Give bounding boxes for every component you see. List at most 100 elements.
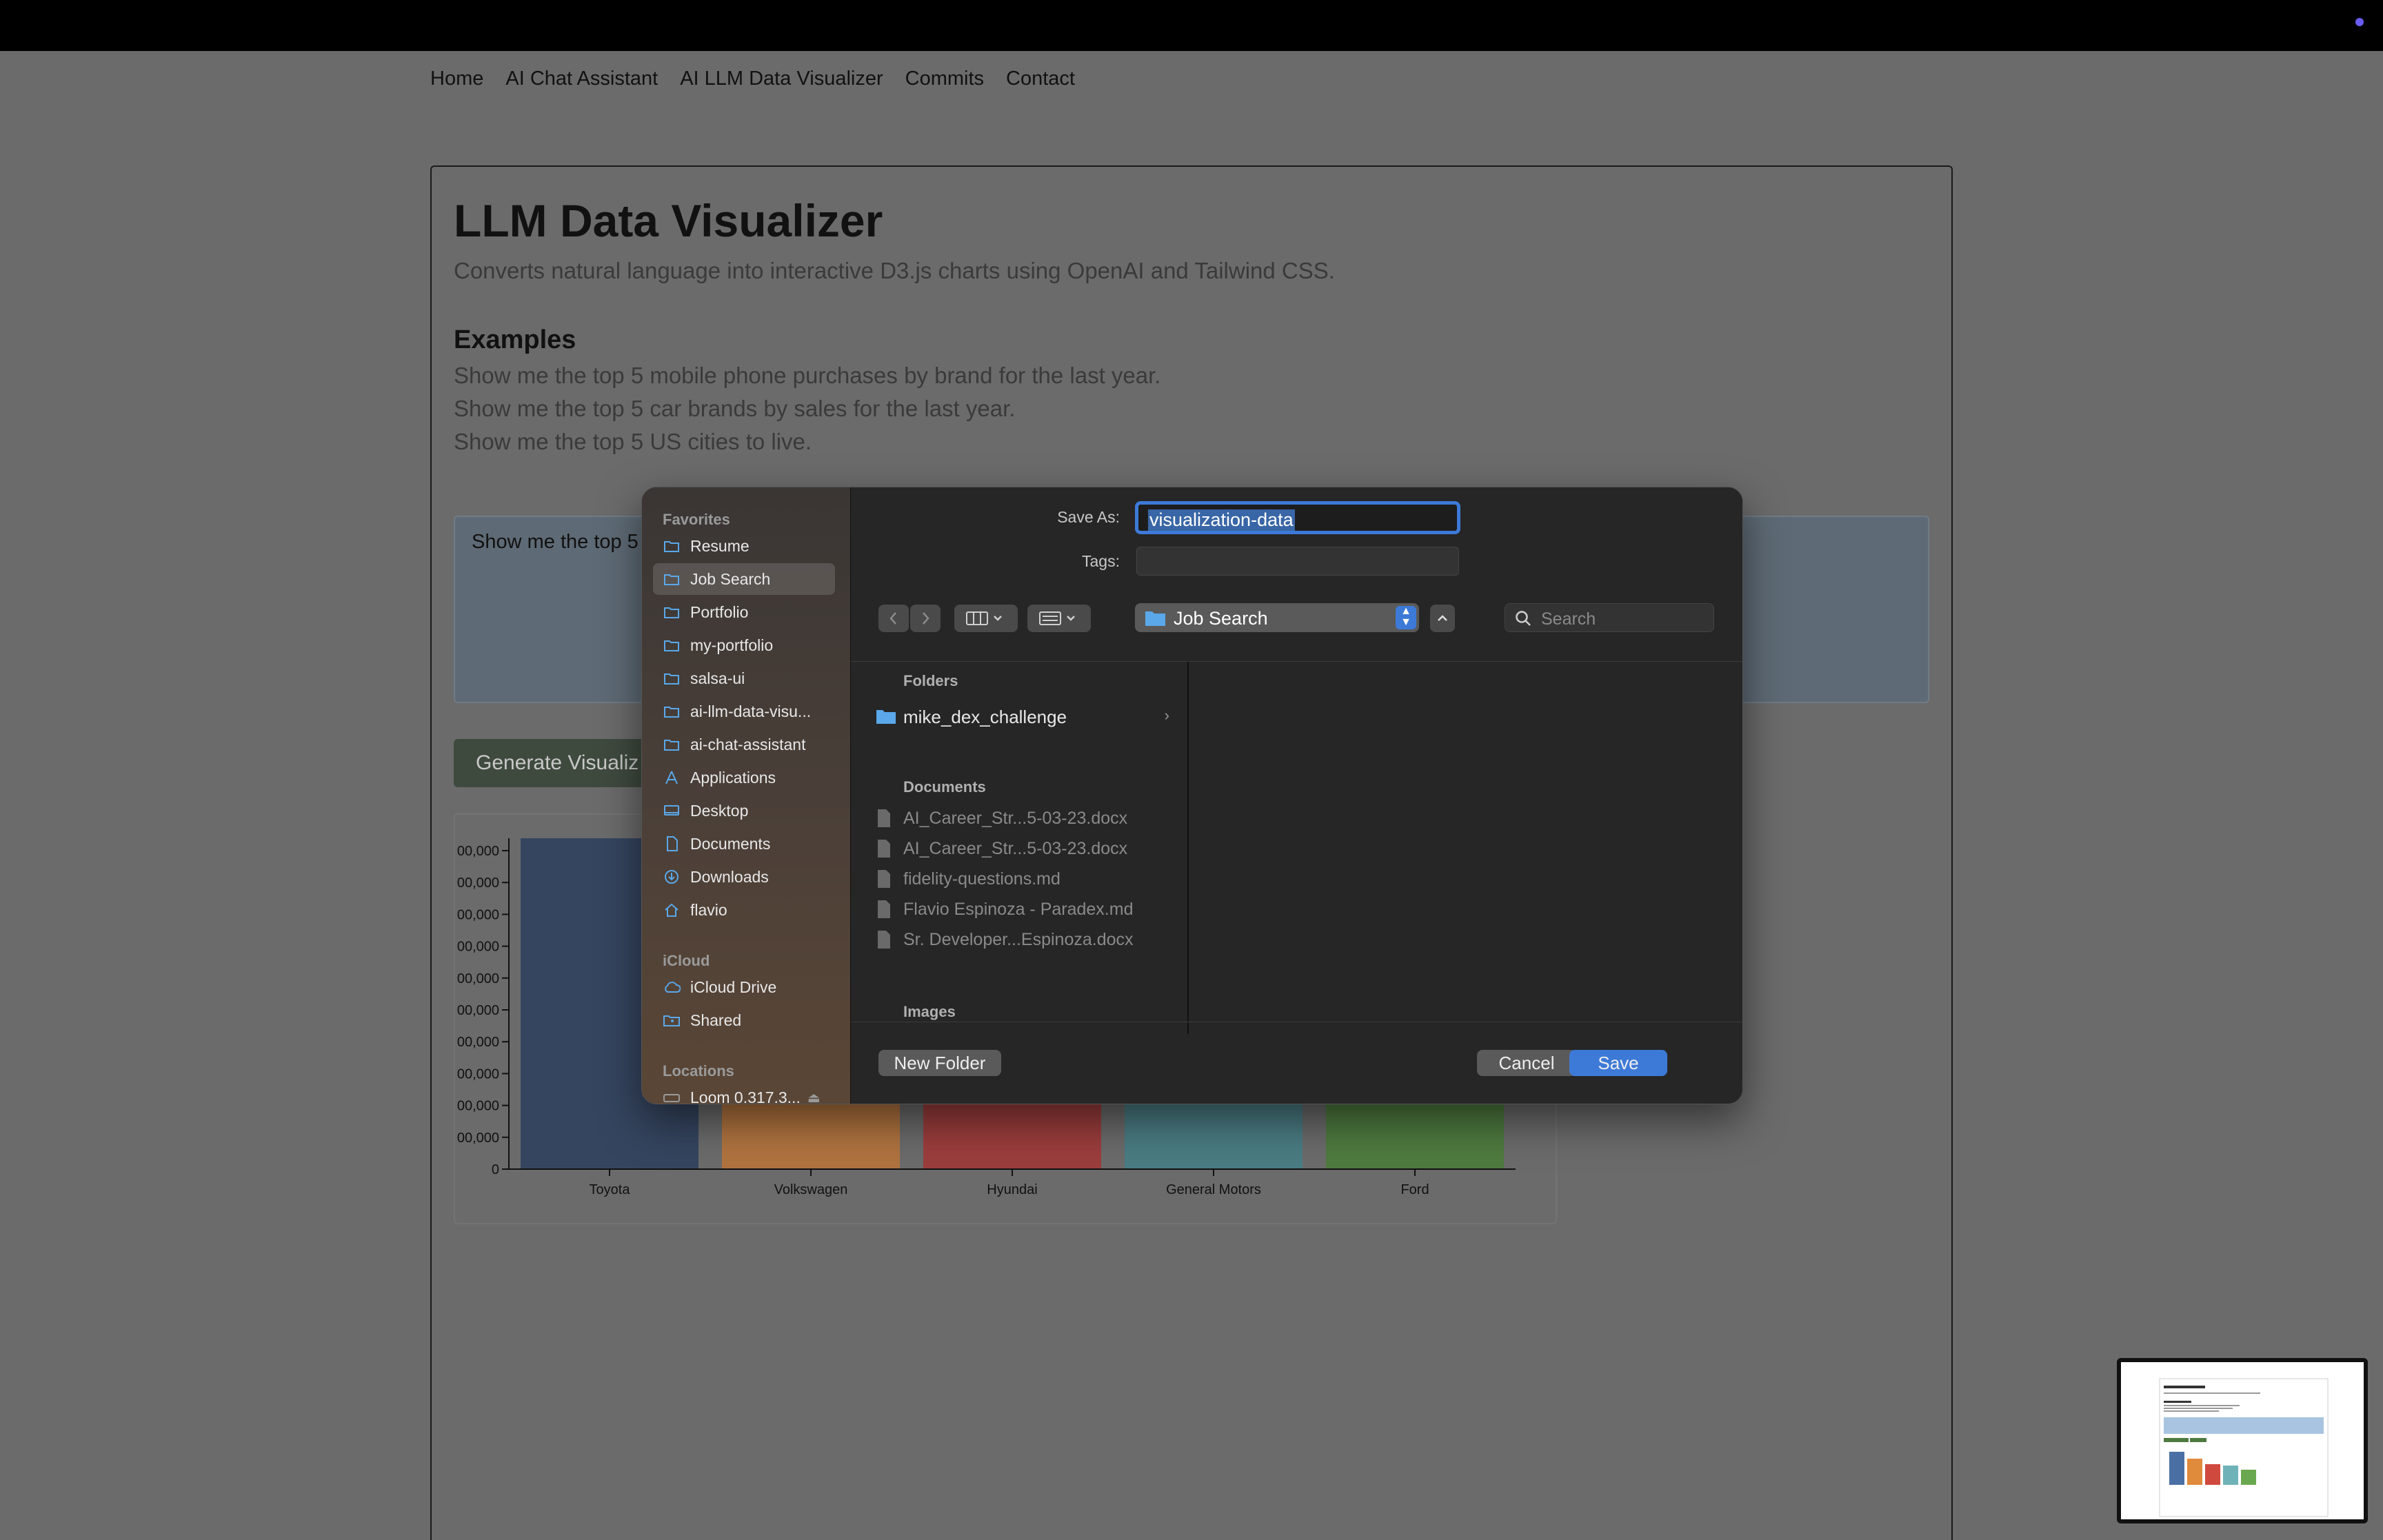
sidebar-item-label: Applications — [690, 768, 776, 787]
dialog-sidebar: Favorites iCloud Locations Resume Job Sea… — [642, 487, 850, 1104]
folder-icon — [663, 538, 681, 554]
folder-icon — [663, 638, 681, 653]
sidebar-item-label: Loom 0.317.3... — [690, 1088, 801, 1104]
tags-input[interactable] — [1136, 547, 1459, 576]
new-folder-button[interactable]: New Folder — [878, 1050, 1001, 1076]
sidebar-item-favorites-1[interactable]: Job Search — [653, 563, 835, 595]
y-tick-label: 00,000 — [457, 1035, 499, 1050]
folder-icon — [663, 737, 681, 752]
location-select[interactable]: Job Search ▲ ▼ — [1135, 603, 1419, 632]
chevron-up-icon — [1438, 615, 1447, 621]
folder-icon — [663, 605, 681, 620]
stepper-icon: ▲ ▼ — [1396, 606, 1416, 629]
sidebar-item-label: Resume — [690, 536, 750, 555]
sidebar-item-label: my-portfolio — [690, 636, 774, 654]
chevron-left-icon — [889, 612, 896, 625]
x-tick-label: General Motors — [1166, 1182, 1261, 1197]
y-tick-label: 00,000 — [457, 1066, 499, 1082]
folder-icon — [663, 671, 681, 686]
x-tick-label: Ford — [1400, 1182, 1429, 1197]
toolbar-divider — [851, 661, 1742, 662]
sidebar-item-label: flavio — [690, 900, 727, 919]
sidebar-item-locations-0[interactable]: Loom 0.317.3... ⏏ — [653, 1082, 835, 1104]
group-by-button[interactable] — [1027, 605, 1091, 632]
y-tick-label: 00,000 — [457, 907, 499, 922]
document-icon — [878, 809, 890, 827]
screenshot-thumbnail[interactable] — [2117, 1358, 2368, 1523]
sidebar-item-favorites-7[interactable]: Applications — [653, 762, 835, 793]
folder-row[interactable]: mike_dex_challenge › — [872, 702, 1182, 730]
favorites-heading: Favorites — [663, 511, 730, 528]
icloud-heading: iCloud — [663, 952, 710, 969]
document-name: Flavio Espinoza - Paradex.md — [903, 900, 1134, 919]
sidebar-item-favorites-5[interactable]: ai-llm-data-visu... — [653, 696, 835, 727]
columns-view-icon — [966, 611, 1002, 625]
sidebar-item-label: Shared — [690, 1011, 742, 1029]
y-tick-label: 00,000 — [457, 971, 499, 986]
shared-folder-icon — [663, 1013, 681, 1028]
y-tick-label: 00,000 — [457, 940, 499, 955]
folder-icon — [663, 571, 681, 587]
sidebar-item-favorites-4[interactable]: salsa-ui — [653, 662, 835, 694]
sidebar-item-favorites-8[interactable]: Desktop — [653, 795, 835, 827]
home-icon — [663, 902, 681, 918]
x-tick-label: Volkswagen — [774, 1182, 848, 1197]
sidebar-item-label: Desktop — [690, 801, 749, 820]
tags-label: Tags: — [1082, 552, 1120, 570]
cloud-icon — [663, 980, 681, 995]
save-as-input[interactable]: visualization-data — [1135, 501, 1460, 534]
document-icon — [663, 836, 681, 851]
document-name: fidelity-questions.md — [903, 869, 1060, 889]
x-tick-label: Toyota — [590, 1182, 631, 1197]
chevron-right-icon — [923, 612, 929, 625]
chevron-right-icon: › — [1164, 707, 1169, 724]
save-button[interactable]: Save — [1569, 1050, 1667, 1076]
search-placeholder: Search — [1541, 609, 1596, 629]
save-as-label: Save As: — [1057, 508, 1120, 526]
sidebar-item-label: Job Search — [690, 569, 771, 588]
sidebar-item-label: ai-llm-data-visu... — [690, 702, 812, 720]
sidebar-item-favorites-2[interactable]: Portfolio — [653, 596, 835, 628]
sidebar-item-favorites-3[interactable]: my-portfolio — [653, 629, 835, 661]
y-tick-label: 00,000 — [457, 875, 499, 891]
cancel-button[interactable]: Cancel — [1477, 1050, 1576, 1076]
sidebar-item-label: Documents — [690, 834, 771, 853]
search-input[interactable]: Search — [1505, 603, 1714, 632]
save-dialog: Favorites iCloud Locations Resume Job Sea… — [641, 487, 1743, 1104]
document-name: AI_Career_Str...5-03-23.docx — [903, 839, 1128, 858]
folder-icon — [876, 710, 896, 724]
folder-name: mike_dex_challenge — [903, 707, 1067, 727]
forward-button[interactable] — [910, 605, 941, 632]
y-tick-label: 00,000 — [457, 1099, 499, 1114]
locations-heading: Locations — [663, 1062, 734, 1080]
sidebar-item-favorites-11[interactable]: flavio — [653, 894, 835, 926]
location-value: Job Search — [1174, 608, 1268, 629]
view-mode-button[interactable] — [954, 605, 1018, 632]
eject-icon[interactable]: ⏏ — [807, 1089, 821, 1104]
sidebar-item-favorites-10[interactable]: Downloads — [653, 861, 835, 893]
sidebar-item-favorites-0[interactable]: Resume — [653, 530, 835, 562]
sidebar-item-favorites-6[interactable]: ai-chat-assistant — [653, 729, 835, 760]
disk-icon — [663, 1090, 681, 1104]
sidebar-item-label: iCloud Drive — [690, 977, 777, 996]
document-name: AI_Career_Str...5-03-23.docx — [903, 809, 1128, 828]
documents-heading: Documents — [903, 778, 986, 796]
y-tick-label: 00,000 — [457, 1003, 499, 1018]
images-heading: Images — [903, 1003, 956, 1020]
dialog-main: Save As: visualization-data Tags: Job Se… — [850, 487, 1742, 1104]
x-tick-label: Hyundai — [987, 1182, 1037, 1197]
sidebar-item-icloud-0[interactable]: iCloud Drive — [653, 971, 835, 1003]
y-tick-label: 0 — [492, 1162, 499, 1177]
back-button[interactable] — [878, 605, 909, 632]
document-name: Sr. Developer...Espinoza.docx — [903, 930, 1134, 949]
document-icon — [878, 900, 890, 918]
folder-icon — [663, 704, 681, 719]
expand-collapse-button[interactable] — [1430, 605, 1455, 632]
folder-icon — [1145, 611, 1165, 626]
applications-icon — [663, 770, 681, 785]
sidebar-item-icloud-1[interactable]: Shared — [653, 1004, 835, 1036]
sidebar-item-label: salsa-ui — [690, 669, 745, 687]
column-divider — [1187, 662, 1189, 1034]
sidebar-item-favorites-9[interactable]: Documents — [653, 828, 835, 860]
thumbnail-preview-icon — [2121, 1362, 2364, 1519]
